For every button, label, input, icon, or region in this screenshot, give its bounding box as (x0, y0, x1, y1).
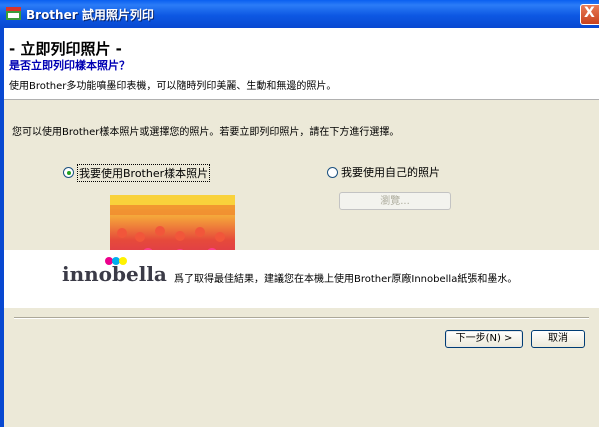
own-photo-radio-label[interactable]: 我要使用自己的照片 (341, 164, 440, 180)
cancel-button[interactable]: 取消 (531, 330, 585, 348)
page-title: - 立即列印照片 - (9, 40, 122, 58)
instruction-text: 您可以使用Brother樣本照片或選擇您的照片。若要立即列印照片，請在下方進行選… (12, 127, 400, 138)
sample-photo-radio[interactable] (63, 167, 74, 178)
own-photo-radio[interactable] (327, 167, 338, 178)
browse-button[interactable]: 瀏覽... (339, 192, 451, 210)
title-bar[interactable]: Brother 試用照片列印 X (0, 0, 599, 28)
footer-divider (14, 317, 589, 319)
button-area: 下一步(N) > 取消 (4, 308, 599, 427)
close-icon: X (584, 5, 595, 21)
page-description: 使用Brother多功能噴墨印表機，可以隨時列印美麗、生動和無邊的照片。 (9, 81, 337, 92)
innobella-note: 爲了取得最佳結果，建議您在本機上使用Brother原廠Innobella紙張和墨… (174, 274, 518, 285)
app-window-icon (6, 7, 21, 20)
sample-photo-radio-label[interactable]: 我要使用Brother樣本照片 (77, 164, 211, 182)
radio-selected-dot (67, 171, 71, 175)
next-button[interactable]: 下一步(N) > (445, 330, 523, 348)
window-title: Brother 試用照片列印 (26, 8, 154, 22)
dialog-content: - 立即列印照片 - 是否立即列印樣本照片？ 使用Brother多功能噴墨印表機… (4, 28, 599, 427)
close-button[interactable]: X (580, 4, 599, 25)
innobella-logo-dots (105, 257, 127, 265)
page-subtitle: 是否立即列印樣本照片？ (9, 59, 130, 72)
innobella-band: innobella 爲了取得最佳結果，建議您在本機上使用Brother原廠Inn… (4, 250, 599, 308)
